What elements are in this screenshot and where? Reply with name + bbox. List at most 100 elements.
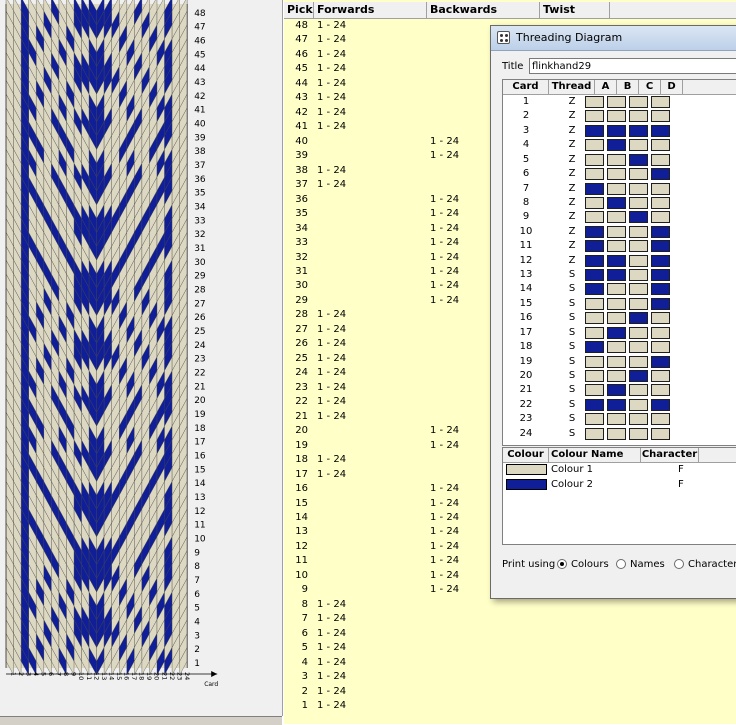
card-row[interactable]: 15 S (503, 297, 736, 311)
hole-cell[interactable] (607, 254, 626, 267)
hole-cell[interactable] (629, 168, 648, 181)
hole-cell[interactable] (629, 384, 648, 397)
radio-colours-label[interactable]: Colours (571, 558, 609, 572)
hole-cell[interactable] (585, 254, 604, 267)
header-character[interactable]: Character (641, 448, 699, 462)
header-colour[interactable]: Colour (503, 448, 549, 462)
hole-cell[interactable] (585, 225, 604, 238)
header-backwards[interactable]: Backwards (427, 2, 540, 18)
hole-cell[interactable] (585, 398, 604, 411)
hole-cell[interactable] (651, 413, 670, 426)
hole-cell[interactable] (651, 283, 670, 296)
header-colour-name[interactable]: Colour Name (549, 448, 641, 462)
hole-cell[interactable] (629, 269, 648, 282)
pick-row[interactable]: 5 1 - 24 (284, 641, 736, 656)
hole-cell[interactable] (585, 269, 604, 282)
hole-cell[interactable] (607, 211, 626, 224)
card-row[interactable]: 23 S (503, 412, 736, 426)
radio-colours[interactable] (557, 559, 567, 569)
colour-swatch[interactable] (506, 464, 547, 475)
hole-cell[interactable] (607, 355, 626, 368)
hole-cell[interactable] (585, 413, 604, 426)
card-row[interactable]: 21 S (503, 383, 736, 397)
hole-cell[interactable] (629, 182, 648, 195)
colour-row[interactable]: Colour 1 F (503, 463, 736, 477)
hole-cell[interactable] (651, 326, 670, 339)
header-forwards[interactable]: Forwards (314, 2, 427, 18)
hole-cell[interactable] (651, 110, 670, 123)
hole-cell[interactable] (585, 168, 604, 181)
header-hole-d[interactable]: D (661, 80, 683, 94)
hole-cell[interactable] (585, 211, 604, 224)
card-row[interactable]: 4Z (503, 138, 736, 152)
hole-cell[interactable] (651, 254, 670, 267)
header-card[interactable]: Card (503, 80, 549, 94)
card-row[interactable]: 12 Z (503, 254, 736, 268)
card-row[interactable]: 1Z (503, 95, 736, 109)
hole-cell[interactable] (651, 369, 670, 382)
hole-cell[interactable] (607, 341, 626, 354)
hole-cell[interactable] (585, 153, 604, 166)
card-row[interactable]: 11 Z (503, 239, 736, 253)
hole-cell[interactable] (607, 96, 626, 108)
hole-cell[interactable] (585, 110, 604, 123)
hole-cell[interactable] (629, 341, 648, 354)
card-row[interactable]: 2Z (503, 109, 736, 123)
hole-cell[interactable] (651, 398, 670, 411)
hole-cell[interactable] (651, 182, 670, 195)
colour-swatch[interactable] (506, 478, 547, 490)
hole-cell[interactable] (607, 326, 626, 339)
hole-cell[interactable] (629, 413, 648, 426)
header-hole-c[interactable]: C (639, 80, 661, 94)
card-row[interactable]: 17 S (503, 326, 736, 340)
pick-row[interactable]: 2 1 - 24 (284, 685, 736, 700)
hole-cell[interactable] (629, 153, 648, 166)
hole-cell[interactable] (607, 297, 626, 310)
hole-cell[interactable] (607, 413, 626, 426)
card-row[interactable]: 24 S (503, 427, 736, 441)
hole-cell[interactable] (607, 196, 626, 209)
hole-cell[interactable] (607, 110, 626, 123)
hole-cell[interactable] (651, 312, 670, 325)
card-row[interactable]: 14 S (503, 282, 736, 296)
card-row[interactable]: 8Z (503, 196, 736, 210)
hole-cell[interactable] (607, 240, 626, 253)
header-hole-a[interactable]: A (595, 80, 617, 94)
hole-cell[interactable] (651, 96, 670, 108)
pick-row[interactable]: 4 1 - 24 (284, 656, 736, 671)
card-row[interactable]: 18 S (503, 340, 736, 354)
hole-cell[interactable] (629, 297, 648, 310)
pick-row[interactable]: 1 1 - 24 (284, 699, 736, 714)
hole-cell[interactable] (607, 182, 626, 195)
title-input[interactable] (529, 58, 736, 74)
hole-cell[interactable] (607, 427, 626, 440)
hole-cell[interactable] (607, 283, 626, 296)
card-row[interactable]: 20 S (503, 369, 736, 383)
hole-cell[interactable] (585, 139, 604, 152)
hole-cell[interactable] (651, 196, 670, 209)
hole-cell[interactable] (651, 168, 670, 181)
hole-cell[interactable] (629, 96, 648, 108)
hole-cell[interactable] (629, 326, 648, 339)
hole-cell[interactable] (607, 139, 626, 152)
hole-cell[interactable] (585, 297, 604, 310)
hole-cell[interactable] (651, 225, 670, 238)
header-twist[interactable]: Twist (540, 2, 610, 18)
hole-cell[interactable] (585, 384, 604, 397)
hole-cell[interactable] (651, 269, 670, 282)
hole-cell[interactable] (607, 312, 626, 325)
hole-cell[interactable] (585, 240, 604, 253)
hole-cell[interactable] (651, 297, 670, 310)
hole-cell[interactable] (585, 283, 604, 296)
hole-cell[interactable] (607, 168, 626, 181)
hole-cell[interactable] (629, 355, 648, 368)
hole-cell[interactable] (585, 196, 604, 209)
card-row[interactable]: 22 S (503, 398, 736, 412)
hole-cell[interactable] (651, 153, 670, 166)
hole-cell[interactable] (629, 240, 648, 253)
hole-cell[interactable] (607, 225, 626, 238)
dialog-titlebar[interactable]: Threading Diagram (491, 26, 736, 51)
hole-cell[interactable] (607, 369, 626, 382)
hole-cell[interactable] (585, 341, 604, 354)
header-hole-b[interactable]: B (617, 80, 639, 94)
